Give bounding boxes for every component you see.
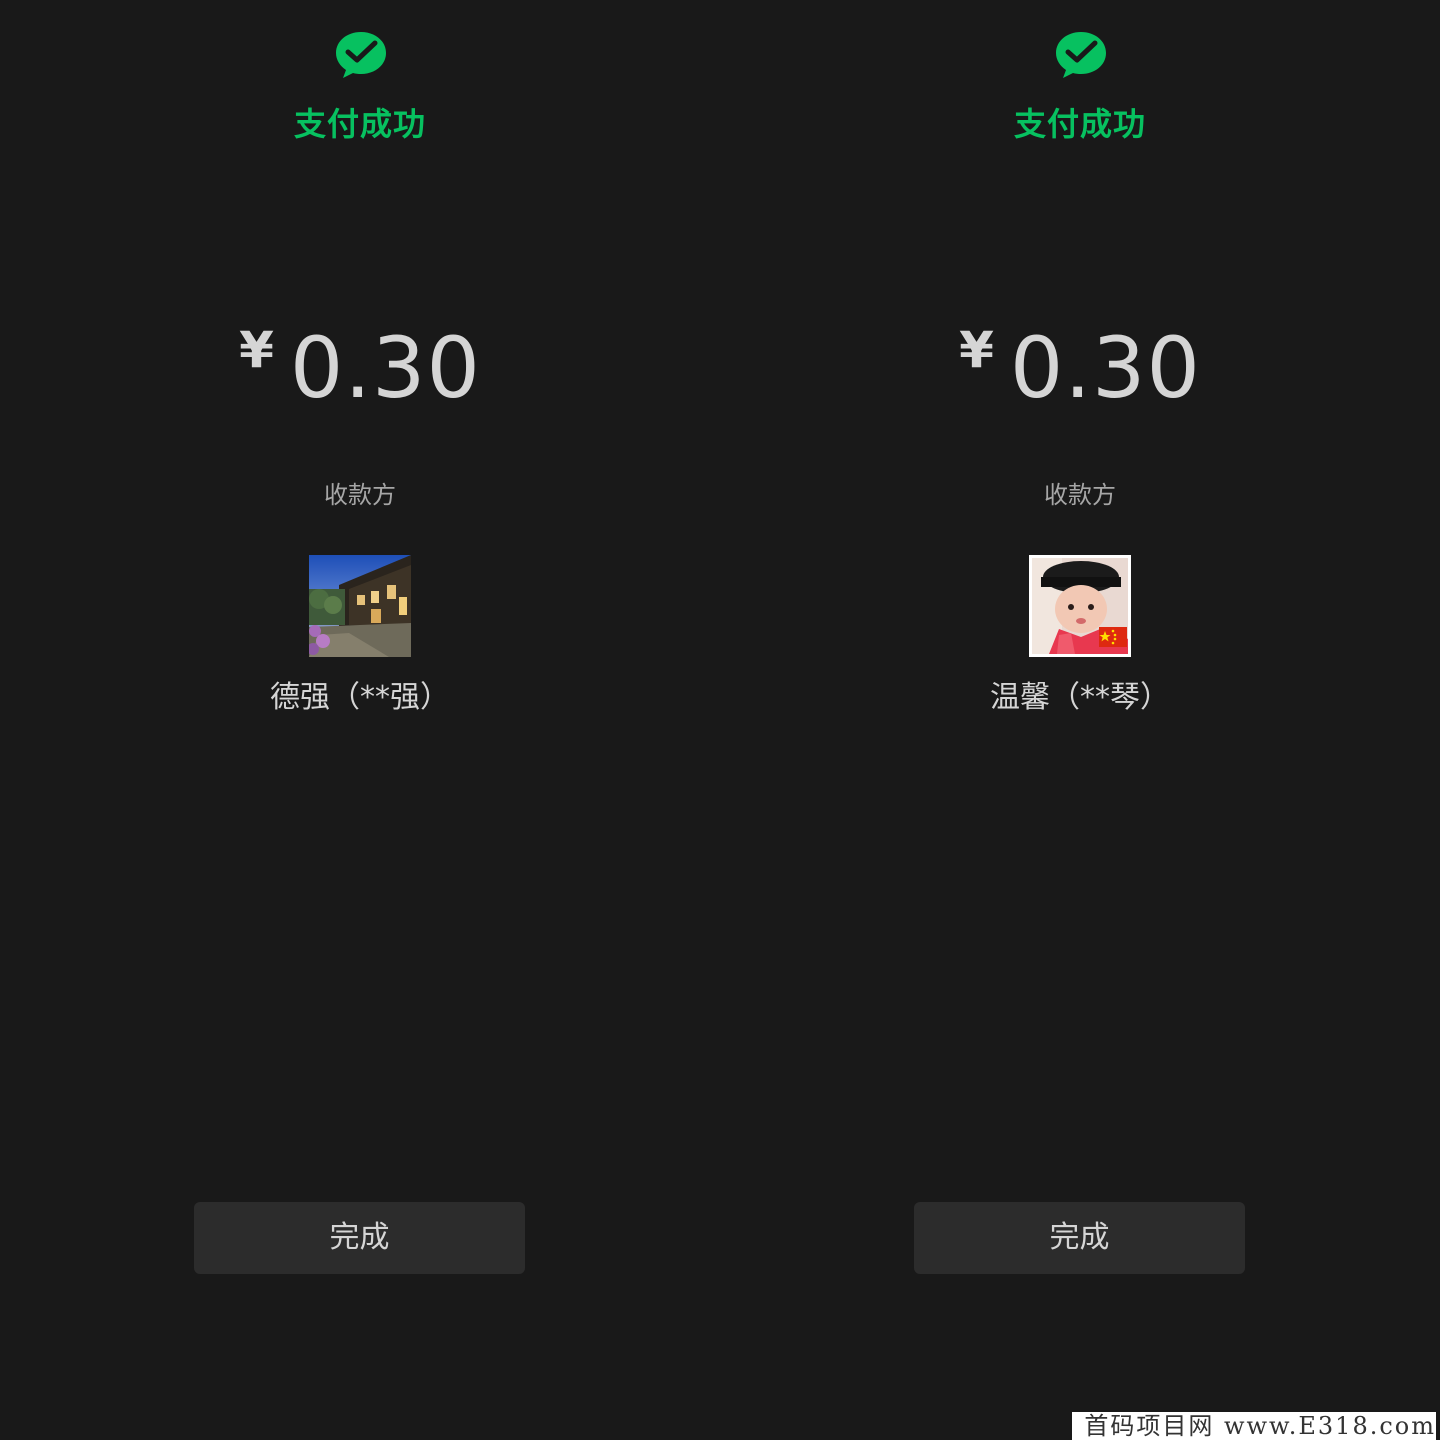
done-button[interactable]: 完成 — [194, 1202, 525, 1274]
payee-label: 收款方 — [1044, 481, 1116, 509]
payment-status-title: 支付成功 — [1013, 105, 1146, 143]
site-watermark: 首码项目网 www.E318.com — [1072, 1412, 1436, 1440]
payee-name: 德强（**强） — [270, 680, 450, 715]
payment-receipt-right: 支付成功 ¥0.30 收款方 温馨（**琴） 完成 — [720, 0, 1440, 1440]
payment-amount: ¥0.30 — [720, 318, 1440, 418]
payee-label: 收款方 — [324, 481, 396, 509]
payee-name: 温馨（**琴） — [990, 680, 1170, 715]
payment-amount: ¥0.30 — [0, 318, 720, 418]
currency-symbol: ¥ — [239, 321, 274, 379]
done-button[interactable]: 完成 — [914, 1202, 1245, 1274]
currency-symbol: ¥ — [959, 321, 994, 379]
wechat-pay-success-icon — [1054, 30, 1108, 80]
child-portrait-avatar — [1029, 555, 1131, 657]
payment-status-title: 支付成功 — [293, 105, 426, 143]
wechat-pay-success-icon — [334, 30, 388, 80]
street-scene-avatar — [309, 555, 411, 657]
payment-receipt-left: 支付成功 ¥0.30 收款方 德强（**强） 完成 — [0, 0, 720, 1440]
amount-value: 0.30 — [1009, 319, 1201, 417]
amount-value: 0.30 — [289, 319, 481, 417]
